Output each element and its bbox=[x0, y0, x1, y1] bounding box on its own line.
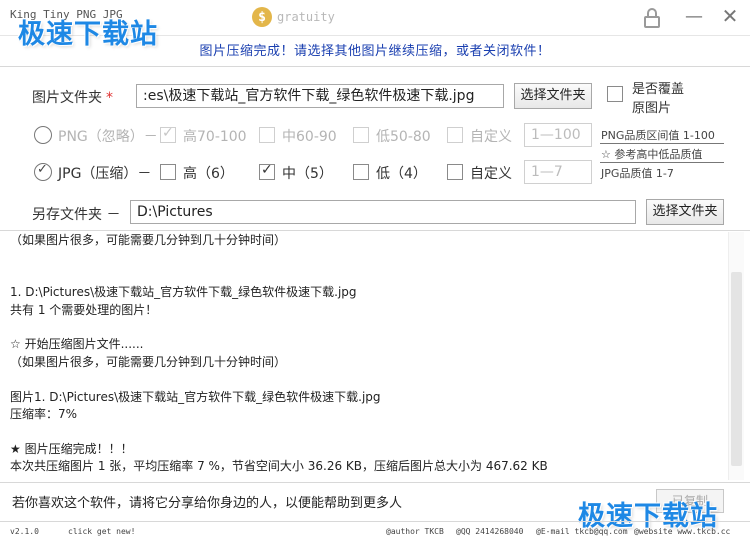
png-range-note: PNG品质区间值 1-100 bbox=[601, 129, 715, 142]
share-message: 若你喜欢这个软件，请将它分享给你身边的人，以便能帮助到更多人 bbox=[12, 496, 403, 511]
overwrite-checkbox[interactable] bbox=[607, 86, 623, 102]
png-mid-checkbox[interactable] bbox=[259, 127, 275, 143]
image-folder-label: 图片文件夹 * bbox=[32, 90, 113, 106]
jpg-high-label: 高（6） bbox=[183, 166, 234, 182]
quality-hint: ☆ 参考高中低品质值 bbox=[601, 148, 703, 161]
jpg-custom-input[interactable]: 1—7 bbox=[524, 160, 592, 184]
output-folder-input[interactable]: D:\Pictures bbox=[130, 200, 636, 224]
jpg-mid-checkbox[interactable] bbox=[259, 162, 275, 180]
png-label: PNG（忽略）－ bbox=[58, 129, 158, 145]
gratuity-label: gratuity bbox=[277, 10, 335, 24]
status-message: 图片压缩完成！请选择其他图片继续压缩，或者关闭软件！ bbox=[199, 44, 551, 59]
log-line: 共有 1 个需要处理的图片！ bbox=[10, 302, 158, 317]
log-line: （如果图片很多，可能需要几分钟到几十分钟时间） bbox=[10, 354, 287, 369]
png-custom-input[interactable]: 1—100 bbox=[524, 123, 592, 147]
note-overline bbox=[600, 162, 724, 163]
png-high-label: 高70-100 bbox=[183, 129, 247, 145]
divider bbox=[0, 230, 750, 231]
divider bbox=[0, 66, 750, 67]
email-label[interactable]: @E-mail tkcb@qq.com bbox=[536, 527, 628, 536]
log-line: ☆ 开始压缩图片文件...... bbox=[10, 337, 144, 352]
close-button[interactable]: ✕ bbox=[718, 4, 742, 28]
update-link[interactable]: click get new! bbox=[68, 527, 135, 536]
scroll-thumb[interactable] bbox=[731, 272, 742, 466]
jpg-range-note: JPG品质值 1-7 bbox=[601, 167, 674, 180]
jpg-radio[interactable] bbox=[34, 162, 52, 181]
jpg-custom-label: 自定义 bbox=[470, 166, 512, 182]
overwrite-label-line2: 原图片 bbox=[632, 101, 672, 116]
image-folder-input[interactable]: :es\极速下载站_官方软件下载_绿色软件极速下载.jpg bbox=[136, 84, 504, 108]
jpg-low-label: 低（4） bbox=[376, 166, 427, 182]
png-high-checkbox[interactable] bbox=[160, 125, 176, 143]
png-custom-checkbox[interactable] bbox=[447, 127, 463, 143]
png-mid-label: 中60-90 bbox=[282, 129, 337, 145]
author-label: @author TKCB bbox=[386, 527, 444, 536]
log-output[interactable]: （如果图片很多，可能需要几分钟到几十分钟时间） 1. D:\Pictures\极速… bbox=[10, 232, 728, 482]
log-line: ★ 图片压缩完成！！！ bbox=[10, 441, 133, 456]
lock-icon[interactable] bbox=[644, 8, 660, 28]
note-underline bbox=[600, 143, 724, 144]
log-line: （如果图片很多，可能需要几分钟到几十分钟时间） bbox=[10, 233, 287, 247]
output-folder-label: 另存文件夹 － bbox=[32, 207, 121, 223]
required-mark: * bbox=[106, 90, 113, 106]
png-low-checkbox[interactable] bbox=[353, 127, 369, 143]
website-label[interactable]: @website www.tkcb.cc bbox=[634, 527, 730, 536]
log-line: 图片1. D:\Pictures\极速下载站_官方软件下载_绿色软件极速下载.j… bbox=[10, 389, 381, 404]
coin-icon: $ bbox=[252, 7, 272, 27]
jpg-label: JPG（压缩）－ bbox=[58, 166, 152, 182]
version-label: v2.1.0 bbox=[10, 527, 39, 536]
log-line: 本次共压缩图片 1 张，平均压缩率 7 %，节省空间大小 36.26 KB，压缩… bbox=[10, 459, 548, 474]
png-custom-label: 自定义 bbox=[470, 129, 512, 145]
divider bbox=[0, 482, 750, 483]
log-line: 1. D:\Pictures\极速下载站_官方软件下载_绿色软件极速下载.jpg bbox=[10, 285, 357, 300]
output-folder-browse-button[interactable]: 选择文件夹 bbox=[646, 199, 724, 225]
log-scrollbar[interactable] bbox=[728, 232, 744, 480]
qq-label: @QQ 2414268040 bbox=[456, 527, 524, 536]
log-line: 压缩率：7% bbox=[10, 406, 78, 421]
overwrite-label-line1: 是否覆盖 bbox=[632, 82, 685, 97]
minimize-button[interactable]: — bbox=[684, 6, 704, 28]
png-radio[interactable] bbox=[34, 126, 52, 144]
jpg-high-checkbox[interactable] bbox=[160, 164, 176, 180]
jpg-low-checkbox[interactable] bbox=[353, 164, 369, 180]
image-folder-browse-button[interactable]: 选择文件夹 bbox=[514, 83, 592, 109]
status-bar: v2.1.0 click get new! @author TKCB @QQ 2… bbox=[0, 521, 750, 541]
png-low-label: 低50-80 bbox=[376, 129, 431, 145]
gratuity-link[interactable]: $ gratuity bbox=[252, 7, 335, 27]
jpg-mid-label: 中（5） bbox=[282, 166, 333, 182]
jpg-custom-checkbox[interactable] bbox=[447, 164, 463, 180]
